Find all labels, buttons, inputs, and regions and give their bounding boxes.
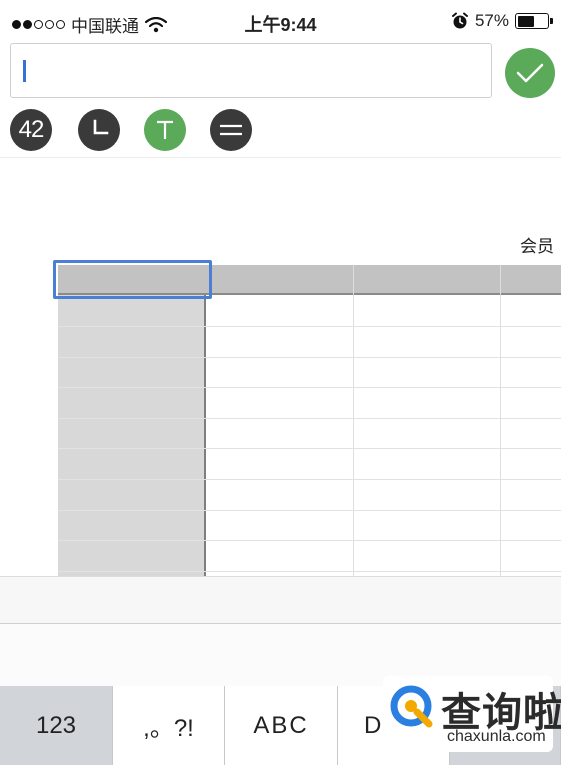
align-icon[interactable] bbox=[210, 109, 252, 151]
status-right-group: 57% bbox=[451, 11, 553, 31]
watermark-logo-icon bbox=[390, 685, 433, 728]
watermark: 查询啦 chaxunla.com bbox=[383, 676, 561, 752]
spreadsheet-grid[interactable] bbox=[0, 158, 561, 576]
key-abc[interactable]: ABC bbox=[225, 686, 338, 765]
grid-row-line bbox=[58, 387, 561, 388]
number-badge-label: 42 bbox=[18, 116, 45, 143]
row-header-column bbox=[58, 295, 206, 576]
battery-fill bbox=[517, 15, 535, 27]
equals-icon bbox=[220, 124, 242, 136]
number-badge-icon[interactable]: 42 bbox=[10, 109, 52, 151]
grid-row-line bbox=[58, 571, 561, 572]
battery-percent: 57% bbox=[474, 11, 509, 30]
formula-input-bar[interactable] bbox=[10, 43, 492, 98]
column-divider bbox=[353, 265, 354, 576]
text-cursor bbox=[23, 60, 26, 82]
grid-row-line bbox=[58, 326, 561, 327]
column-divider bbox=[500, 265, 501, 576]
grid-row-line bbox=[58, 479, 561, 480]
selected-cell[interactable] bbox=[53, 260, 212, 299]
confirm-button[interactable] bbox=[505, 48, 555, 98]
clock-hands-icon bbox=[93, 119, 109, 135]
grid-row-line bbox=[58, 448, 561, 449]
watermark-brand-en: chaxunla.com bbox=[447, 728, 546, 745]
alarm-icon bbox=[451, 12, 468, 29]
suggestion-bar bbox=[0, 576, 561, 624]
cell-input[interactable] bbox=[29, 44, 484, 97]
clock-icon[interactable] bbox=[78, 109, 120, 151]
status-bar: 中国联通 上午9:44 57% bbox=[0, 0, 561, 42]
text-icon[interactable] bbox=[144, 109, 186, 151]
text-t-icon bbox=[157, 120, 173, 139]
grid-row-line bbox=[58, 510, 561, 511]
grid-row-line bbox=[58, 540, 561, 541]
key-numbers[interactable]: 123 bbox=[0, 686, 113, 765]
grid-row-line bbox=[58, 357, 561, 358]
key-punctuation[interactable]: ,。?! bbox=[113, 686, 225, 765]
battery-icon bbox=[515, 13, 553, 29]
grid-row-line bbox=[58, 418, 561, 419]
checkmark-icon bbox=[516, 63, 544, 83]
